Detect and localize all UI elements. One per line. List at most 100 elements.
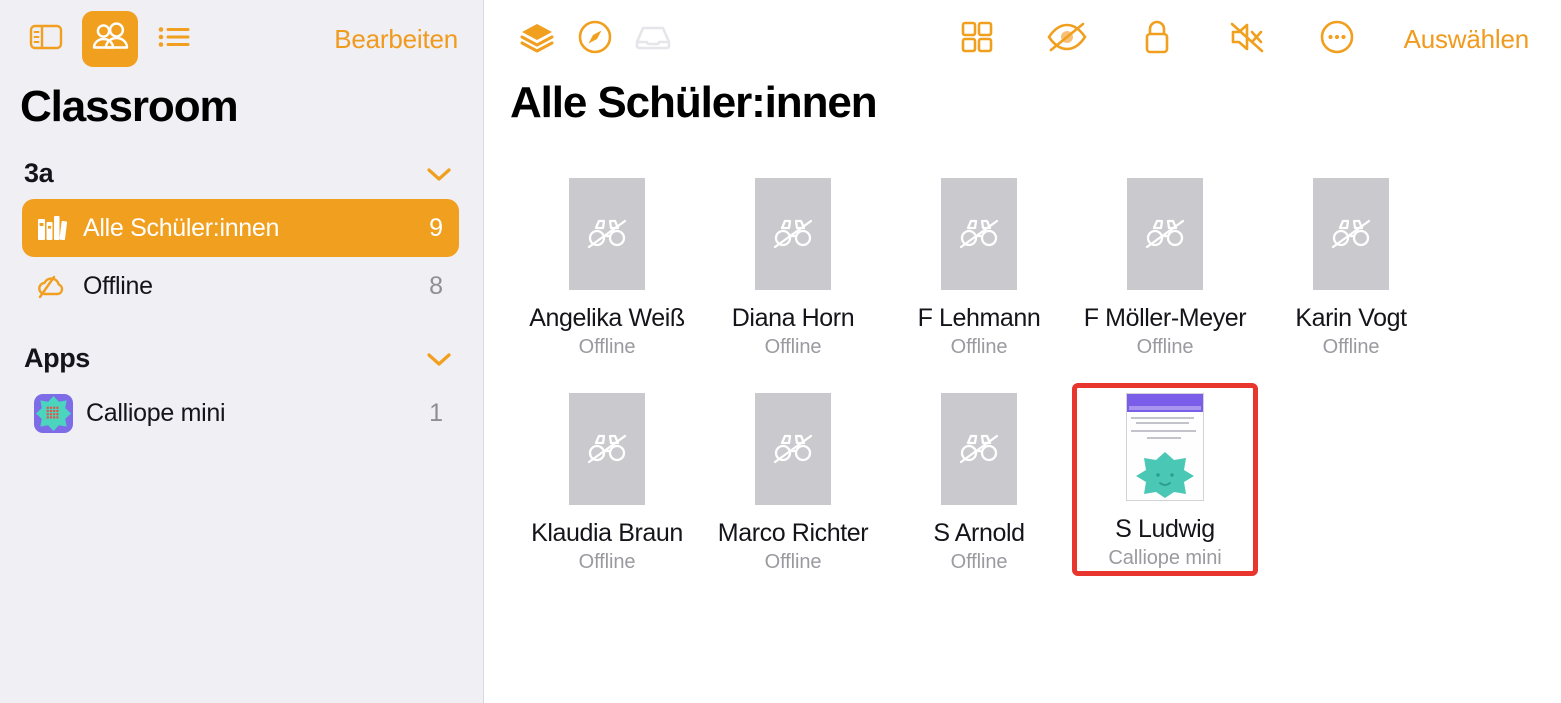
text-line <box>1147 436 1182 439</box>
student-screen-thumbnail <box>1126 392 1204 501</box>
binoculars-slash-icon <box>773 220 813 249</box>
calliope-star-graphic <box>1136 451 1194 498</box>
sidebar-item-offline[interactable]: Offline 8 <box>22 257 459 315</box>
binoculars-slash-icon <box>773 434 813 464</box>
text-line <box>1131 429 1197 432</box>
sidebar-item-count: 9 <box>429 213 443 242</box>
student-status: Offline <box>950 550 1008 573</box>
student-status: Offline <box>950 335 1008 358</box>
student-tile[interactable]: Marco Richter Offline <box>700 383 886 580</box>
select-button[interactable]: Auswählen <box>1404 24 1530 55</box>
student-tile[interactable]: Karin Vogt Offline <box>1258 168 1444 365</box>
student-tile-selected[interactable]: S Ludwig Calliope mini <box>1072 382 1258 576</box>
student-name: Klaudia Braun <box>531 518 683 547</box>
mute-button[interactable] <box>1218 11 1276 67</box>
sidebar-item-label: Calliope mini <box>86 398 226 427</box>
sidebar-toggle-button[interactable] <box>18 11 74 67</box>
student-status: Calliope mini <box>1108 546 1222 569</box>
student-name: Diana Horn <box>731 304 855 333</box>
binoculars-slash-icon <box>1145 220 1185 249</box>
student-grid-row: Angelika Weiß Offline Diana Horn Offline… <box>514 168 1531 365</box>
sidebar-group-label-3a: 3a <box>24 158 54 189</box>
sidebar-empty-space <box>0 442 483 703</box>
lock-icon <box>1143 19 1171 60</box>
student-thumbnail <box>941 392 1017 505</box>
sidebar-toggle-icon <box>29 23 63 56</box>
student-name: Angelika Weiß <box>529 304 685 333</box>
student-tile[interactable]: Angelika Weiß Offline <box>514 168 700 365</box>
sidebar-item-alle-schuelerinnen[interactable]: Alle Schüler:innen 9 <box>22 199 459 258</box>
page-title-main: Alle Schüler:innen <box>510 78 878 127</box>
binoculars-slash-icon <box>959 434 999 464</box>
sidebar-item-label: Alle Schüler:innen <box>83 213 280 242</box>
sidebar-item-calliope-mini[interactable]: Calliope mini 1 <box>22 384 459 442</box>
chevron-down-icon[interactable] <box>425 165 453 183</box>
text-line <box>1131 416 1194 419</box>
navigate-button[interactable] <box>566 11 624 67</box>
eye-slash-icon <box>1046 21 1088 58</box>
student-tile[interactable]: Diana Horn Offline <box>700 168 886 365</box>
student-thumbnail <box>755 178 831 291</box>
grid-view-button[interactable] <box>948 11 1006 67</box>
student-name: S Ludwig <box>1115 514 1215 543</box>
sidebar-people-button[interactable] <box>82 11 138 67</box>
edit-button[interactable]: Bearbeiten <box>334 24 461 55</box>
chevron-down-icon[interactable] <box>425 350 453 368</box>
page-title-classroom: Classroom <box>20 82 239 131</box>
student-grid: Angelika Weiß Offline Diana Horn Offline… <box>484 126 1561 703</box>
inbox-button[interactable] <box>624 11 682 67</box>
sidebar-item-count: 1 <box>429 398 443 427</box>
student-tile[interactable]: F Möller-Meyer Offline <box>1072 168 1258 365</box>
hide-screen-button[interactable] <box>1038 11 1096 67</box>
browser-page-content <box>1127 411 1203 500</box>
student-name: F Lehmann <box>917 304 1041 333</box>
grid-view-icon <box>961 21 993 58</box>
books-icon <box>34 211 70 245</box>
people-icon <box>91 21 129 57</box>
sidebar-group-header-3a[interactable]: 3a <box>0 130 483 199</box>
sidebar-toolbar: Bearbeiten <box>0 0 483 78</box>
binoculars-slash-icon <box>587 220 627 249</box>
main-toolbar-right-group: Auswählen <box>948 11 1533 67</box>
sidebar-group-label-apps: Apps <box>24 343 90 374</box>
student-name: Marco Richter <box>717 518 869 547</box>
browser-title-bar <box>1127 393 1203 412</box>
main-toolbar: Auswählen <box>484 0 1561 78</box>
more-ellipsis-icon <box>1319 19 1355 60</box>
student-name: F Möller-Meyer <box>1083 304 1247 333</box>
classroom-app-window: Bearbeiten Classroom 3a Alle Schüler:inn… <box>0 0 1561 703</box>
student-thumbnail <box>941 178 1017 291</box>
text-line <box>1136 421 1190 424</box>
student-name: S Arnold <box>933 518 1025 547</box>
student-status: Offline <box>578 335 636 358</box>
layers-icon <box>519 21 555 58</box>
sidebar-list-button[interactable] <box>146 11 202 67</box>
student-status: Offline <box>1322 335 1380 358</box>
student-status: Offline <box>764 335 822 358</box>
cloud-slash-icon <box>34 269 70 303</box>
inbox-tray-icon <box>634 22 672 57</box>
list-icon <box>157 23 191 56</box>
sidebar-item-count: 8 <box>429 271 443 300</box>
student-status: Offline <box>578 550 636 573</box>
sidebar-group-header-apps[interactable]: Apps <box>0 315 483 384</box>
student-thumbnail <box>1313 178 1389 291</box>
student-grid-row: Klaudia Braun Offline Marco Richter Offl… <box>514 382 1531 580</box>
speaker-mute-icon <box>1229 20 1265 59</box>
calliope-app-icon <box>34 393 73 433</box>
student-tile[interactable]: F Lehmann Offline <box>886 168 1072 365</box>
student-status: Offline <box>764 550 822 573</box>
more-button[interactable] <box>1308 11 1366 67</box>
binoculars-slash-icon <box>587 434 627 464</box>
layers-button[interactable] <box>508 11 566 67</box>
student-name: Karin Vogt <box>1295 304 1407 333</box>
student-thumbnail <box>569 178 645 291</box>
sidebar-item-label: Offline <box>83 271 153 300</box>
student-tile[interactable]: S Arnold Offline <box>886 383 1072 580</box>
compass-icon <box>577 19 613 60</box>
binoculars-slash-icon <box>1331 220 1371 249</box>
lock-button[interactable] <box>1128 11 1186 67</box>
student-tile[interactable]: Klaudia Braun Offline <box>514 383 700 580</box>
sidebar: Bearbeiten Classroom 3a Alle Schüler:inn… <box>0 0 484 703</box>
student-status: Offline <box>1136 335 1194 358</box>
